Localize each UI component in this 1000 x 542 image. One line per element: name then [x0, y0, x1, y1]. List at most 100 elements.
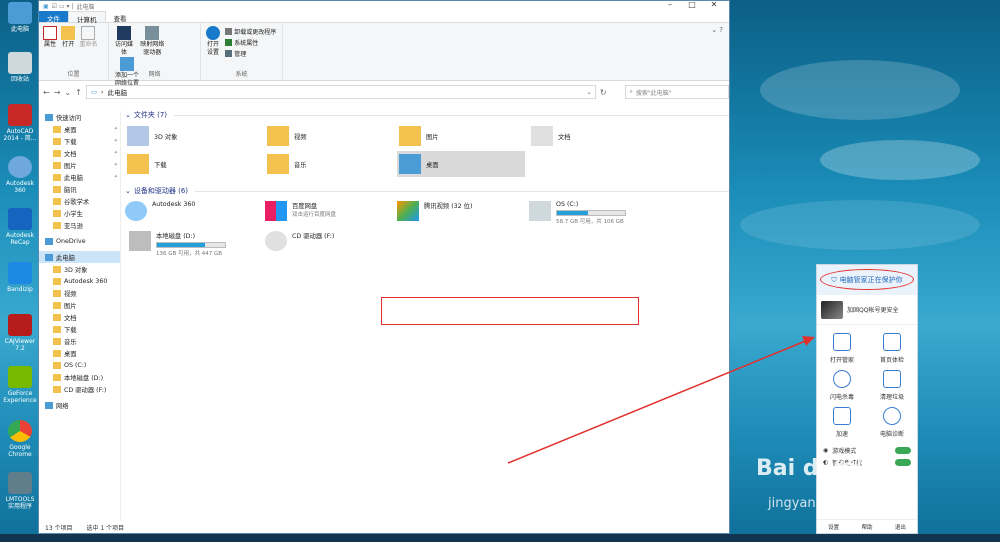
folder-item[interactable]: 图片	[397, 123, 525, 149]
back-button[interactable]: ←	[43, 88, 50, 97]
search-input[interactable]: ⌕ 搜索"此电脑"	[624, 85, 729, 99]
popup-item-speedup[interactable]: 加速	[817, 407, 867, 438]
recent-dropdown-button[interactable]: ⌄	[64, 88, 71, 97]
desktop-icon-autocad[interactable]: AutoCAD 2014 - 简...	[2, 104, 38, 142]
tab-view[interactable]: 查看	[106, 11, 135, 23]
chevron-down-icon[interactable]: ⌄ ?	[711, 26, 723, 34]
popup-grid: 打开管家 首页体检 闪电杀毒 清理垃圾 加速 电脑诊断	[817, 325, 917, 438]
folder-item[interactable]: 3D 对象	[125, 123, 253, 149]
refresh-button[interactable]: ↻	[600, 88, 607, 97]
system-properties-button[interactable]: 系统属性	[225, 37, 276, 48]
desktop-icon-lmtools[interactable]: LMTOOLS 实用程序	[2, 472, 38, 510]
desktop-icon-autodesk360[interactable]: Autodesk 360	[2, 156, 38, 194]
folder-icon	[53, 385, 61, 393]
popup-item-antivirus[interactable]: 闪电杀毒	[817, 370, 867, 401]
tencent-video-icon	[397, 201, 419, 221]
drive-usage-fill	[557, 211, 588, 215]
desktop-icon-recycle[interactable]: 回收站	[2, 52, 38, 83]
folder-item[interactable]: 音乐	[265, 151, 393, 177]
minimize-button[interactable]: –	[659, 0, 681, 9]
maximize-button[interactable]: □	[681, 0, 703, 9]
forward-button[interactable]: →	[54, 88, 61, 97]
tab-computer[interactable]: 计算机	[68, 11, 106, 24]
nav-item[interactable]: 快速访问	[39, 111, 120, 123]
desktop-icon-cajviewer[interactable]: CAJViewer 7.2	[2, 314, 38, 352]
nav-item[interactable]: 文档	[39, 311, 120, 323]
drive-item[interactable]: CD 驱动器 (F:)	[265, 231, 395, 257]
folder-item[interactable]: 视频	[265, 123, 393, 149]
nav-item[interactable]: Autodesk 360	[39, 275, 120, 287]
section-folders-header[interactable]: ⌄ 文件夹 (7)	[125, 109, 729, 121]
nav-item[interactable]: 下载	[39, 323, 120, 335]
access-media-button[interactable]: 访问媒体	[113, 26, 135, 57]
popup-item-open-manager[interactable]: 打开管家	[817, 333, 867, 364]
search-icon: ⌕	[629, 88, 633, 95]
music-folder-icon	[267, 154, 289, 174]
desktop-icon-geforce[interactable]: GeForce Experience	[2, 366, 38, 404]
popup-item-clean[interactable]: 清理垃圾	[867, 370, 917, 401]
nav-item[interactable]: 桌面 ✦	[39, 123, 120, 135]
tab-file[interactable]: 文件	[39, 11, 68, 23]
nav-item[interactable]: 小学生	[39, 207, 120, 219]
popup-user-row[interactable]: 加固QQ帐号更安全	[817, 295, 917, 325]
nav-item[interactable]: OneDrive	[39, 235, 120, 247]
chevron-down-icon[interactable]: ⌄	[586, 88, 591, 96]
desktop-icon-bandizip[interactable]: Bandizip	[2, 262, 38, 293]
nav-item[interactable]: 脑讯	[39, 183, 120, 195]
properties-button[interactable]: 属性	[43, 26, 57, 49]
nav-item[interactable]: 桌面	[39, 347, 120, 359]
drive-item[interactable]: Autodesk 360	[125, 201, 255, 227]
section-drives-header[interactable]: ⌄ 设备和驱动器 (6)	[125, 185, 729, 197]
drive-item[interactable]: 本地磁盘 (D:) 136 GB 可用，共 447 GB	[129, 231, 259, 257]
rename-button[interactable]: 重命名	[79, 26, 97, 49]
desktop-icon-recap[interactable]: Autodesk ReCap	[2, 208, 38, 246]
nav-item[interactable]: 亚马逊	[39, 219, 120, 231]
folder-item[interactable]: 下载	[125, 151, 253, 177]
nav-item[interactable]: 本地磁盘 (D:)	[39, 371, 120, 383]
nav-item[interactable]: 此电脑	[39, 251, 120, 263]
nav-item[interactable]: 谷歌学术	[39, 195, 120, 207]
nav-item[interactable]: 下载 ✦	[39, 135, 120, 147]
nav-item[interactable]: 视频	[39, 287, 120, 299]
close-button[interactable]: ✕	[703, 0, 725, 9]
exit-link[interactable]: 退出	[895, 523, 906, 531]
popup-header[interactable]: ⛉ 电脑管家正在保护你	[817, 265, 917, 295]
drives-grid: Autodesk 360 百度网盘 双击运行百度网盘 腾讯视频 (32 位) OS…	[125, 197, 729, 267]
uninstall-program-button[interactable]: 卸载或更改程序	[225, 26, 276, 37]
nav-item[interactable]: 图片	[39, 299, 120, 311]
up-button[interactable]: ↑	[75, 88, 82, 97]
desktop-icon-computer[interactable]: 此电脑	[2, 2, 38, 33]
quick-access-toolbar[interactable]: ☑ ▭ ▾ |	[52, 3, 74, 10]
nav-item[interactable]: 音乐	[39, 335, 120, 347]
help-link[interactable]: 帮助	[861, 523, 872, 531]
toggle-switch[interactable]	[895, 446, 911, 454]
open-button[interactable]: 打开	[61, 26, 76, 49]
autodesk360-icon	[125, 201, 147, 221]
folder-item-selected[interactable]: 桌面	[397, 151, 525, 177]
popup-item-diagnose[interactable]: 电脑诊断	[867, 407, 917, 438]
address-bar[interactable]: ▭ › 此电脑 ⌄	[85, 85, 596, 99]
address-bar-row: ← → ⌄ ↑ ▭ › 此电脑 ⌄ ↻ ⌕ 搜索"此电脑"	[39, 81, 729, 103]
open-settings-button[interactable]: 打开设置	[205, 26, 221, 57]
nav-item[interactable]: 此电脑 ✦	[39, 171, 120, 183]
drive-item[interactable]: OS (C:) 58.7 GB 可用，共 106 GB	[529, 201, 659, 227]
folder-icon	[53, 185, 61, 193]
manage-button[interactable]: 管理	[225, 48, 276, 59]
nav-item[interactable]: 文档 ✦	[39, 147, 120, 159]
status-selected-count: 选中 1 个项目	[86, 524, 125, 532]
drive-item[interactable]: 百度网盘 双击运行百度网盘	[265, 201, 395, 227]
nav-item[interactable]: 图片 ✦	[39, 159, 120, 171]
popup-item-checkup[interactable]: 首页体检	[867, 333, 917, 364]
desktop-icon-chrome[interactable]: Google Chrome	[2, 420, 38, 458]
map-network-drive-button[interactable]: 映射网络驱动器	[139, 26, 165, 57]
nav-item[interactable]: OS (C:)	[39, 359, 120, 371]
address-path: 此电脑	[107, 89, 128, 97]
drive-usage-fill	[157, 243, 205, 247]
folder-item[interactable]: 文档	[529, 123, 657, 149]
toggle-switch[interactable]	[895, 458, 911, 466]
nav-item[interactable]: CD 驱动器 (F:)	[39, 383, 120, 395]
settings-link[interactable]: 设置	[828, 523, 839, 531]
nav-item[interactable]: 网络	[39, 399, 120, 411]
drive-item[interactable]: 腾讯视频 (32 位)	[397, 201, 527, 227]
nav-item[interactable]: 3D 对象	[39, 263, 120, 275]
